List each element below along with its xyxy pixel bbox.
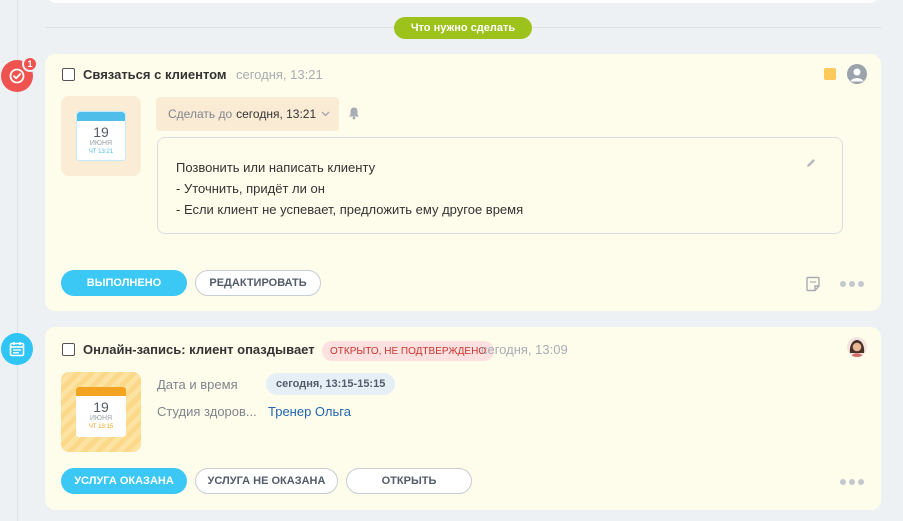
note-icon[interactable] [805, 276, 821, 292]
calendar-day: 19 [93, 124, 109, 140]
task-card: Связаться с клиентом сегодня, 13:21 19 И… [45, 54, 881, 311]
service-done-button[interactable]: УСЛУГА ОКАЗАНА [61, 468, 187, 494]
calendar-icon: 19 ИЮНЯ ЧТ 13:21 [76, 111, 126, 161]
description-line: - Если клиент не успевает, предложить ем… [176, 202, 524, 217]
done-button[interactable]: ВЫПОЛНЕНО [61, 270, 187, 296]
more-icon[interactable] [840, 281, 864, 287]
task-description[interactable]: Позвонить или написать клиенту - Уточнит… [157, 137, 843, 234]
service-not-done-button[interactable]: УСЛУГА НЕ ОКАЗАНА [195, 468, 338, 494]
previous-card-edge [45, 0, 881, 3]
status-badge: ОТКРЫТО, НЕ ПОДТВЕРЖДЕНО [322, 341, 495, 361]
calendar-list-icon [9, 342, 25, 357]
trainer-link[interactable]: Тренер Ольга [268, 404, 351, 419]
pencil-icon[interactable] [805, 154, 817, 167]
avatar[interactable] [847, 337, 867, 357]
calendar-icon: 19 ИЮНЯ ЧТ 13:15 [76, 387, 126, 437]
datetime-label: Дата и время [157, 377, 238, 392]
edit-button[interactable]: РЕДАКТИРОВАТЬ [195, 270, 321, 296]
calendar-day: 19 [93, 399, 109, 415]
booking-calendar-thumb: 19 ИЮНЯ ЧТ 13:15 [61, 372, 141, 452]
section-label: Что нужно сделать [394, 17, 532, 39]
booking-status-icon [1, 333, 33, 365]
chevron-down-icon [321, 109, 330, 119]
booking-card: Онлайн-запись: клиент опаздывает ОТКРЫТО… [45, 327, 881, 510]
calendar-month: ИЮНЯ [89, 140, 113, 147]
color-tag-icon[interactable] [824, 68, 836, 80]
description-line: - Уточнить, придёт ли он [176, 181, 325, 196]
task-complete-checkbox[interactable] [62, 68, 75, 81]
user-icon[interactable] [847, 64, 867, 84]
booking-title: Онлайн-запись: клиент опаздывает [83, 342, 315, 357]
booking-created-time: сегодня, 13:09 [481, 342, 568, 357]
calendar-time: ЧТ 13:15 [88, 424, 114, 430]
bell-icon[interactable] [347, 106, 361, 120]
deadline-value: сегодня, 13:21 [236, 107, 317, 121]
datetime-value: сегодня, 13:15-15:15 [266, 373, 396, 395]
calendar-month: ИЮНЯ [89, 415, 113, 422]
calendar-time: ЧТ 13:21 [88, 149, 114, 155]
booking-complete-checkbox[interactable] [62, 343, 75, 356]
open-button[interactable]: ОТКРЫТЬ [346, 468, 472, 494]
deadline-prefix: Сделать до [168, 107, 233, 121]
task-created-time: сегодня, 13:21 [236, 67, 323, 82]
checkmark-icon [9, 68, 25, 84]
more-icon[interactable] [840, 479, 864, 485]
deadline-selector[interactable]: Сделать до сегодня, 13:21 [156, 97, 339, 131]
description-line: Позвонить или написать клиенту [176, 160, 376, 175]
studio-label: Студия здоров... [157, 404, 257, 419]
task-count-badge: 1 [22, 56, 38, 72]
task-calendar-thumb: 19 ИЮНЯ ЧТ 13:21 [61, 96, 141, 176]
task-title: Связаться с клиентом [83, 67, 227, 82]
